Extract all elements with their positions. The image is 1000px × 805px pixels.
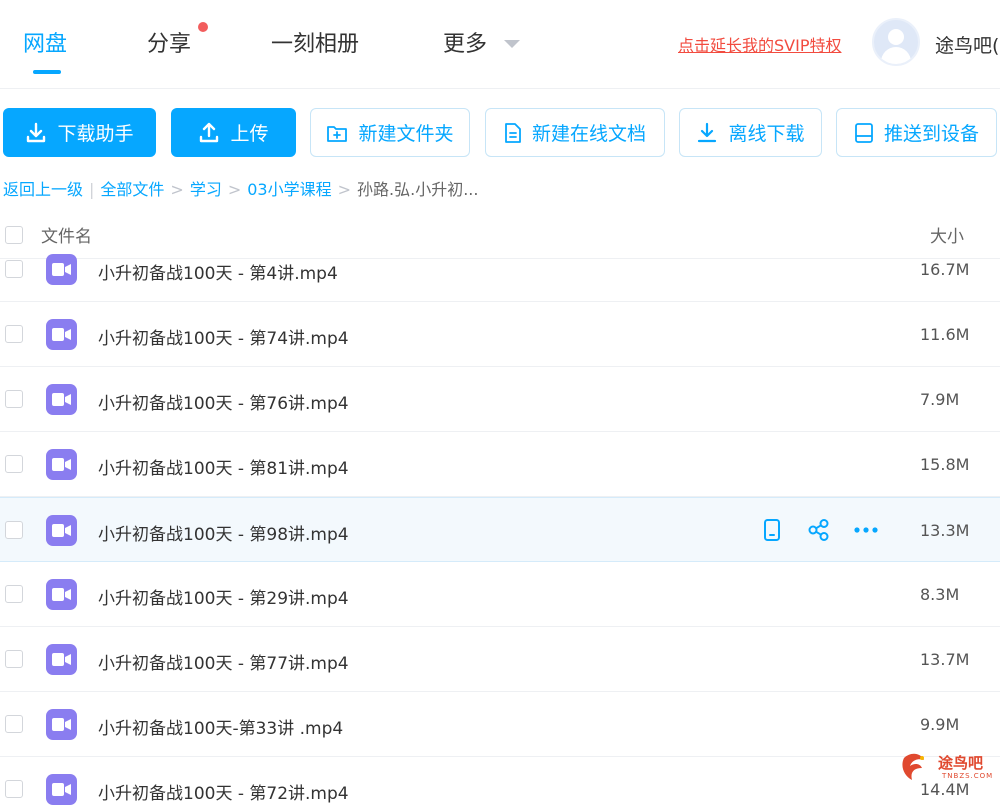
video-file-icon xyxy=(46,449,77,480)
row-checkbox[interactable] xyxy=(5,780,23,798)
video-file-icon xyxy=(46,644,77,675)
breadcrumb-separator: > xyxy=(337,180,352,199)
file-size: 11.6M xyxy=(920,325,970,344)
phone-icon[interactable] xyxy=(763,518,781,542)
table-row[interactable]: 小升初备战100天 - 第81讲.mp4 15.8M xyxy=(0,432,1000,497)
push-to-device-button[interactable]: 推送到设备 xyxy=(836,108,997,157)
file-size: 13.3M xyxy=(920,521,970,540)
top-nav: 网盘 分享 一刻相册 更多 点击延长我的SVIP特权 途鸟吧( xyxy=(0,0,1000,89)
tab-share[interactable]: 分享 xyxy=(147,26,191,58)
file-name[interactable]: 小升初备战100天 - 第4讲.mp4 xyxy=(98,259,338,284)
row-checkbox[interactable] xyxy=(5,585,23,603)
svip-renew-link[interactable]: 点击延长我的SVIP特权 xyxy=(678,32,841,56)
breadcrumb-back[interactable]: 返回上一级 xyxy=(3,180,83,199)
video-file-icon xyxy=(46,579,77,610)
new-online-doc-button[interactable]: 新建在线文档 xyxy=(485,108,665,157)
row-checkbox[interactable] xyxy=(5,715,23,733)
download-helper-button[interactable]: 下载助手 xyxy=(3,108,156,157)
upload-label: 上传 xyxy=(230,123,269,145)
row-checkbox[interactable] xyxy=(5,325,23,343)
share-icon[interactable] xyxy=(807,518,831,542)
new-folder-label: 新建文件夹 xyxy=(358,123,454,145)
video-file-icon xyxy=(46,319,77,350)
download-icon xyxy=(27,122,46,142)
download-helper-label: 下载助手 xyxy=(57,123,134,145)
breadcrumb: 返回上一级 | 全部文件 > 学习 >03小学课程 > 孙路.弘.小升初... xyxy=(3,176,478,200)
file-size: 15.8M xyxy=(920,455,970,474)
file-name[interactable]: 小升初备战100天-第33讲 .mp4 xyxy=(98,714,343,739)
table-row[interactable]: 小升初备战100天-第33讲 .mp4 9.9M xyxy=(0,692,1000,757)
bird-logo-icon xyxy=(902,753,924,780)
breadcrumb-separator: > xyxy=(170,180,184,199)
offline-download-label: 离线下载 xyxy=(728,123,805,145)
new-folder-button[interactable]: 新建文件夹 xyxy=(310,108,470,157)
row-checkbox[interactable] xyxy=(5,521,23,539)
file-name[interactable]: 小升初备战100天 - 第74讲.mp4 xyxy=(98,324,349,349)
video-file-icon xyxy=(46,709,77,740)
new-online-doc-label: 新建在线文档 xyxy=(531,123,646,145)
document-icon xyxy=(505,122,521,143)
file-name[interactable]: 小升初备战100天 - 第29讲.mp4 xyxy=(98,584,349,609)
file-name[interactable]: 小升初备战100天 - 第98讲.mp4 xyxy=(98,520,349,545)
file-size: 8.3M xyxy=(920,585,960,604)
file-size: 9.9M xyxy=(920,715,960,734)
file-size: 16.7M xyxy=(920,260,970,279)
file-name[interactable]: 小升初备战100天 - 第72讲.mp4 xyxy=(98,779,349,804)
tab-netdisk[interactable]: 网盘 xyxy=(23,26,67,58)
video-file-icon xyxy=(46,254,77,285)
table-row[interactable]: 小升初备战100天 - 第4讲.mp4 16.7M xyxy=(0,237,1000,302)
table-row[interactable]: 小升初备战100天 - 第76讲.mp4 7.9M xyxy=(0,367,1000,432)
avatar[interactable] xyxy=(872,18,920,66)
table-row[interactable]: 小升初备战100天 - 第29讲.mp4 8.3M xyxy=(0,562,1000,627)
active-tab-indicator xyxy=(33,70,61,74)
table-row[interactable]: 小升初备战100天 - 第74讲.mp4 11.6M xyxy=(0,302,1000,367)
video-file-icon xyxy=(46,515,77,546)
breadcrumb-current: 孙路.弘.小升初... xyxy=(357,180,479,199)
chevron-down-icon[interactable] xyxy=(504,40,520,48)
row-checkbox[interactable] xyxy=(5,650,23,668)
video-file-icon xyxy=(46,384,77,415)
avatar-head xyxy=(888,29,904,45)
file-name[interactable]: 小升初备战100天 - 第77讲.mp4 xyxy=(98,649,349,674)
watermark-text: 途鸟吧 xyxy=(938,754,984,772)
video-file-icon xyxy=(46,774,77,805)
breadcrumb-item-primary-course[interactable]: 03小学课程 xyxy=(247,180,331,199)
breadcrumb-item-study[interactable]: 学习 xyxy=(190,180,222,199)
row-checkbox[interactable] xyxy=(5,455,23,473)
breadcrumb-separator: > xyxy=(227,180,242,199)
upload-icon xyxy=(200,122,219,142)
more-options-icon[interactable] xyxy=(853,518,879,542)
table-row-hovered[interactable]: 小升初备战100天 - 第98讲.mp4 13.3M xyxy=(0,497,1000,562)
notification-dot xyxy=(198,22,208,32)
watermark-subtext: TNBZS.COM xyxy=(942,772,994,780)
row-checkbox[interactable] xyxy=(5,260,23,278)
table-row[interactable]: 小升初备战100天 - 第77讲.mp4 13.7M xyxy=(0,627,1000,692)
device-icon xyxy=(855,122,873,143)
offline-download-button[interactable]: 离线下载 xyxy=(679,108,822,157)
avatar-body xyxy=(881,47,911,64)
folder-plus-icon xyxy=(327,125,348,142)
username[interactable]: 途鸟吧( xyxy=(935,31,999,58)
tab-photo-album[interactable]: 一刻相册 xyxy=(271,26,359,58)
row-checkbox[interactable] xyxy=(5,390,23,408)
file-size: 7.9M xyxy=(920,390,960,409)
breadcrumb-divider: | xyxy=(89,180,95,199)
table-row[interactable]: 小升初备战100天 - 第72讲.mp4 14.4M xyxy=(0,757,1000,805)
download-icon xyxy=(698,122,717,142)
push-to-device-label: 推送到设备 xyxy=(883,123,979,145)
file-name[interactable]: 小升初备战100天 - 第76讲.mp4 xyxy=(98,389,349,414)
tab-more[interactable]: 更多 xyxy=(443,26,487,58)
file-name[interactable]: 小升初备战100天 - 第81讲.mp4 xyxy=(98,454,349,479)
breadcrumb-item-all-files[interactable]: 全部文件 xyxy=(100,180,164,199)
upload-button[interactable]: 上传 xyxy=(171,108,296,157)
file-size: 13.7M xyxy=(920,650,970,669)
